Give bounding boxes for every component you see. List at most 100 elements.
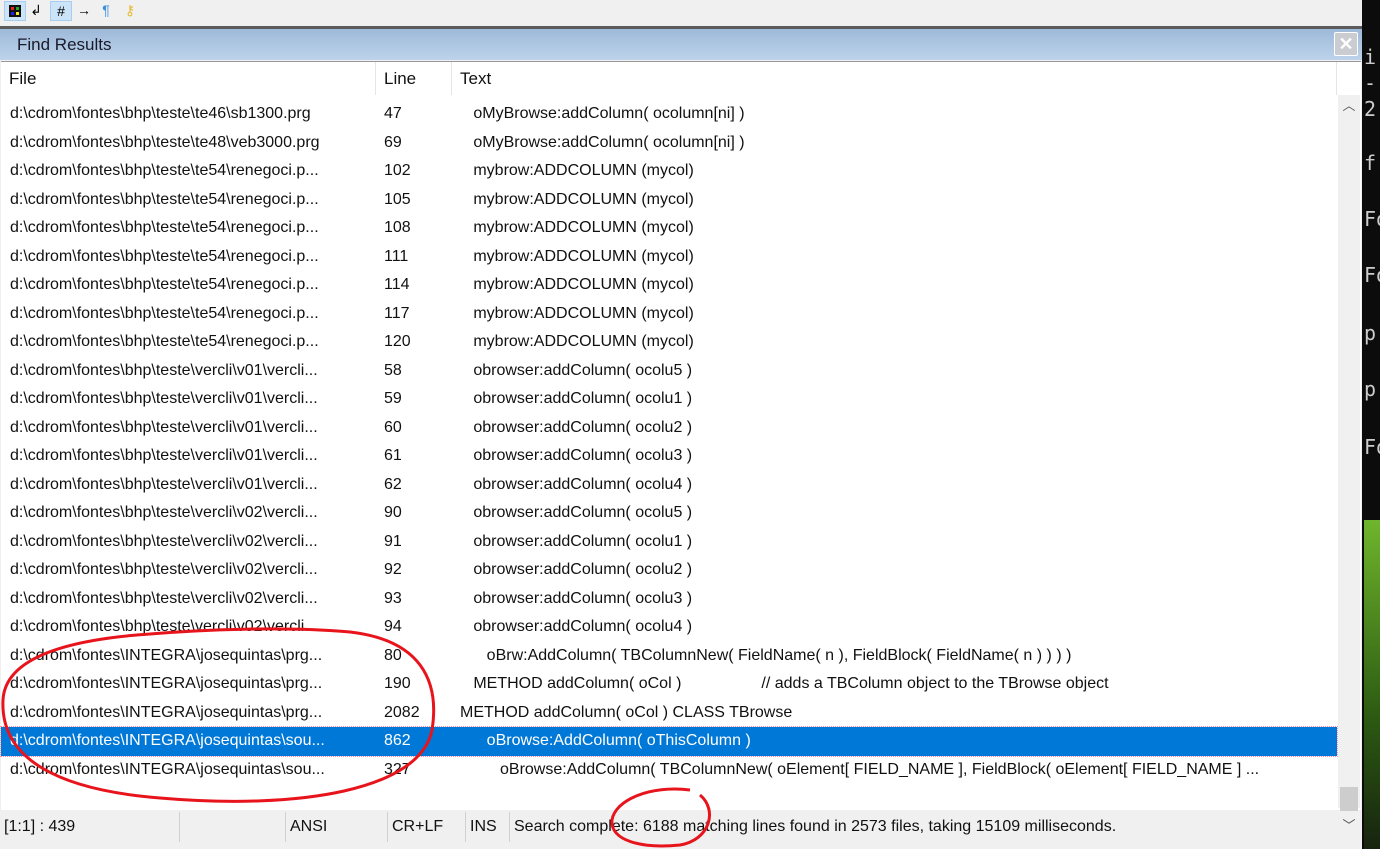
results-list[interactable]: File Line Text d:\cdrom\fontes\bhp\teste… [0, 61, 1361, 833]
result-row[interactable]: d:\cdrom\fontes\INTEGRA\josequintas\prg.… [1, 699, 1337, 728]
vertical-scrollbar[interactable]: ︿ ﹀ [1338, 95, 1360, 833]
result-row[interactable]: d:\cdrom\fontes\bhp\teste\vercli\v02\ver… [1, 528, 1337, 557]
result-line: 114 [384, 276, 410, 293]
result-line: 47 [384, 105, 402, 122]
result-file: d:\cdrom\fontes\bhp\teste\vercli\v01\ver… [10, 418, 318, 436]
close-icon[interactable]: ✕ [1334, 32, 1358, 56]
result-text: mybrow:ADDCOLUMN (mycol) [460, 276, 694, 293]
result-row[interactable]: d:\cdrom\fontes\INTEGRA\josequintas\sou.… [0, 726, 1338, 757]
result-text: oMyBrowse:addColumn( ocolumn[ni] ) [460, 105, 745, 122]
result-text: oMyBrowse:addColumn( ocolumn[ni] ) [460, 133, 745, 151]
whitespace-arrow-icon[interactable]: → [74, 1, 94, 19]
panel-title: Find Results [17, 35, 112, 54]
result-text: obrowser:addColumn( ocolu3 ) [460, 589, 693, 607]
result-row[interactable]: d:\cdrom\fontes\bhp\teste\vercli\v01\ver… [1, 414, 1337, 443]
result-text: mybrow:ADDCOLUMN (mycol) [460, 219, 694, 236]
result-text: obrowser:addColumn( ocolu2 ) [460, 561, 693, 578]
result-row[interactable]: d:\cdrom\fontes\bhp\teste\vercli\v01\ver… [1, 442, 1337, 471]
status-message: Search complete: 6188 matching lines fou… [514, 818, 1117, 835]
result-row[interactable]: d:\cdrom\fontes\bhp\teste\te54\renegoci.… [1, 328, 1337, 357]
status-bar: [1:1] : 439 ANSI CR+LF INS Search comple… [0, 812, 1362, 842]
result-text: oBrw:AddColumn( TBColumnNew( FieldName( … [460, 646, 1072, 664]
result-row[interactable]: d:\cdrom\fontes\bhp\teste\te46\sb1300.pr… [1, 100, 1337, 129]
result-file: d:\cdrom\fontes\bhp\teste\te54\renegoci.… [10, 304, 319, 322]
result-row[interactable]: d:\cdrom\fontes\INTEGRA\josequintas\prg.… [1, 642, 1337, 671]
result-file: d:\cdrom\fontes\bhp\teste\te54\renegoci.… [10, 333, 319, 350]
result-text: METHOD addColumn( oCol ) CLASS TBrowse [460, 703, 793, 721]
result-line: 327 [384, 760, 411, 778]
result-text: obrowser:addColumn( ocolu5 ) [460, 361, 693, 379]
word-wrap-icon[interactable]: ↲ [26, 1, 46, 19]
result-text: oBrowse:AddColumn( TBColumnNew( oElement… [460, 760, 1260, 778]
result-file: d:\cdrom\fontes\bhp\teste\te54\renegoci.… [10, 162, 319, 179]
result-text: mybrow:ADDCOLUMN (mycol) [460, 190, 694, 208]
result-line: 190 [384, 675, 411, 692]
scroll-up-icon[interactable]: ︿ [1338, 95, 1360, 114]
result-row[interactable]: d:\cdrom\fontes\bhp\teste\vercli\v01\ver… [1, 385, 1337, 414]
result-line: 91 [384, 532, 402, 550]
terminal-text: 2 [1364, 97, 1377, 121]
result-row[interactable]: d:\cdrom\fontes\bhp\teste\te54\renegoci.… [1, 243, 1337, 272]
result-text: obrowser:addColumn( ocolu4 ) [460, 618, 693, 635]
result-file: d:\cdrom\fontes\INTEGRA\josequintas\sou.… [10, 732, 325, 749]
terminal-text: Fo [1364, 207, 1380, 231]
result-text: obrowser:addColumn( ocolu3 ) [460, 447, 693, 464]
result-file: d:\cdrom\fontes\bhp\teste\vercli\v02\ver… [10, 532, 318, 550]
result-file: d:\cdrom\fontes\bhp\teste\vercli\v02\ver… [10, 618, 318, 635]
terminal-text: p [1364, 321, 1377, 345]
result-row[interactable]: d:\cdrom\fontes\bhp\teste\te54\renegoci.… [1, 214, 1337, 243]
result-row[interactable]: d:\cdrom\fontes\bhp\teste\te54\renegoci.… [1, 157, 1337, 186]
result-row[interactable]: d:\cdrom\fontes\INTEGRA\josequintas\sou.… [1, 756, 1337, 785]
status-empty [180, 812, 286, 842]
result-line: 60 [384, 418, 402, 436]
result-text: obrowser:addColumn( ocolu5 ) [460, 504, 693, 521]
result-text: mybrow:ADDCOLUMN (mycol) [460, 304, 694, 322]
result-line: 862 [384, 732, 411, 749]
result-file: d:\cdrom\fontes\bhp\teste\te54\renegoci.… [10, 219, 319, 236]
column-header-text[interactable]: Text [452, 62, 1337, 95]
scrollbar-thumb[interactable] [1340, 787, 1358, 811]
result-row[interactable]: d:\cdrom\fontes\bhp\teste\te48\veb3000.p… [1, 129, 1337, 158]
result-file: d:\cdrom\fontes\bhp\teste\vercli\v02\ver… [10, 589, 318, 607]
terminal-text: Fo [1364, 263, 1380, 287]
result-row[interactable]: d:\cdrom\fontes\bhp\teste\te54\renegoci.… [1, 186, 1337, 215]
result-row[interactable]: d:\cdrom\fontes\bhp\teste\vercli\v02\ver… [1, 585, 1337, 614]
column-header-line[interactable]: Line [376, 62, 452, 95]
result-text: obrowser:addColumn( ocolu1 ) [460, 390, 693, 407]
result-line: 59 [384, 390, 402, 407]
result-text: mybrow:ADDCOLUMN (mycol) [460, 333, 694, 350]
result-file: d:\cdrom\fontes\bhp\teste\vercli\v01\ver… [10, 390, 318, 407]
result-row[interactable]: d:\cdrom\fontes\bhp\teste\te54\renegoci.… [1, 300, 1337, 329]
result-row[interactable]: d:\cdrom\fontes\bhp\teste\vercli\v02\ver… [1, 556, 1337, 585]
result-file: d:\cdrom\fontes\INTEGRA\josequintas\prg.… [10, 675, 323, 692]
result-row[interactable]: d:\cdrom\fontes\bhp\teste\vercli\v02\ver… [1, 499, 1337, 528]
result-line: 94 [384, 618, 402, 635]
result-line: 62 [384, 475, 402, 493]
result-row[interactable]: d:\cdrom\fontes\bhp\teste\vercli\v01\ver… [1, 357, 1337, 386]
result-line: 111 [384, 247, 409, 265]
result-text: obrowser:addColumn( ocolu4 ) [460, 475, 693, 493]
line-numbers-icon[interactable]: # [50, 1, 72, 21]
result-file: d:\cdrom\fontes\bhp\teste\vercli\v01\ver… [10, 361, 318, 379]
result-line: 69 [384, 133, 402, 151]
column-header-file[interactable]: File [1, 62, 376, 95]
result-file: d:\cdrom\fontes\bhp\teste\vercli\v01\ver… [10, 475, 318, 493]
result-row[interactable]: d:\cdrom\fontes\bhp\teste\vercli\v01\ver… [1, 471, 1337, 500]
result-file: d:\cdrom\fontes\bhp\teste\vercli\v02\ver… [10, 504, 318, 521]
key-icon[interactable]: ⚷ [120, 1, 140, 19]
result-text: obrowser:addColumn( ocolu1 ) [460, 532, 693, 550]
result-row[interactable]: d:\cdrom\fontes\INTEGRA\josequintas\prg.… [1, 670, 1337, 699]
toolbar: ↲ # → ¶ ⚷ [0, 0, 1362, 29]
status-encoding: ANSI [286, 812, 388, 842]
results-rows: d:\cdrom\fontes\bhp\teste\te46\sb1300.pr… [0, 100, 1338, 785]
result-row[interactable]: d:\cdrom\fontes\bhp\teste\vercli\v02\ver… [1, 613, 1337, 642]
result-text: mybrow:ADDCOLUMN (mycol) [460, 162, 694, 179]
pilcrow-icon[interactable]: ¶ [96, 1, 116, 19]
result-file: d:\cdrom\fontes\INTEGRA\josequintas\prg.… [10, 646, 323, 664]
result-text: obrowser:addColumn( ocolu2 ) [460, 418, 693, 436]
color-scheme-icon[interactable] [4, 1, 26, 21]
result-row[interactable]: d:\cdrom\fontes\bhp\teste\te54\renegoci.… [1, 271, 1337, 300]
terminal-text: p [1364, 377, 1377, 401]
result-file: d:\cdrom\fontes\INTEGRA\josequintas\prg.… [10, 703, 323, 721]
terminal-text: i [1364, 45, 1377, 69]
